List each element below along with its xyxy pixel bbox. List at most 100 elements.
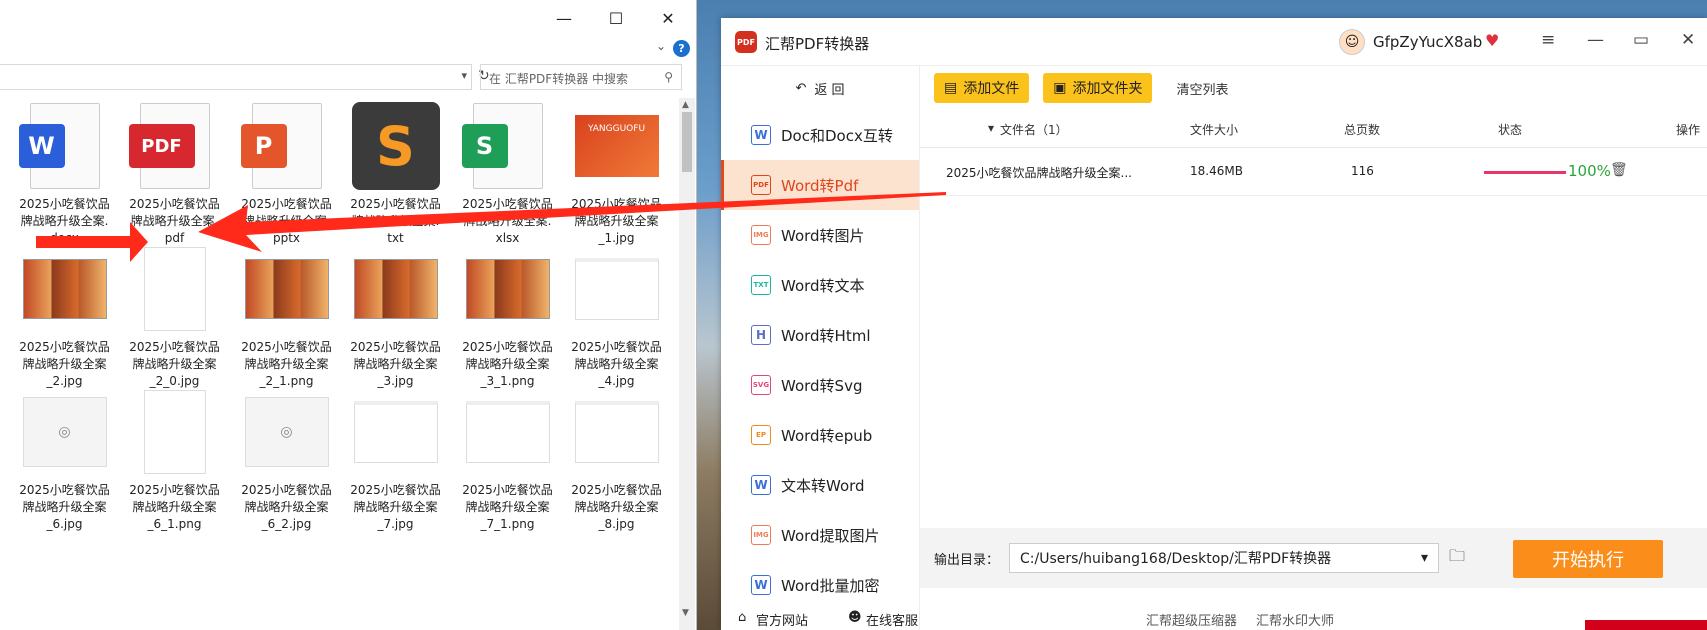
home-icon[interactable]: ⌂ xyxy=(738,610,746,625)
chevron-down-icon[interactable]: ⌄ xyxy=(656,39,666,53)
sidebar-item-label: Word转图片 xyxy=(781,226,865,245)
file-item[interactable]: PDF 2025小吃餐饮品 牌战略升级全案. pdf xyxy=(119,100,230,247)
column-size: 文件大小 xyxy=(1190,123,1239,137)
file-name-line: 牌战略升级全案. xyxy=(20,214,109,228)
link-support[interactable]: 在线客服 xyxy=(866,610,918,629)
file-item[interactable]: ◎ 2025小吃餐饮品 牌战略升级全案 _6_2.jpg xyxy=(231,386,342,533)
file-name-line: 牌战略升级全案. xyxy=(463,214,552,228)
help-icon[interactable]: ? xyxy=(673,40,690,57)
add-folder-icon: ▣ xyxy=(1053,80,1067,96)
file-item[interactable]: 2025小吃餐饮品 牌战略升级全案 _4.jpg xyxy=(561,243,672,390)
file-explorer-window: — ☐ ✕ ⌄ ? ▾ ↻ 在 汇帮PDF转换器 中搜索 ⚲ W 2025小吃餐饮… xyxy=(0,0,697,630)
add-folder-button[interactable]: ▣ 添加文件夹 xyxy=(1043,73,1153,103)
column-action: 操作 xyxy=(1676,123,1701,137)
file-item[interactable]: 2025小吃餐饮品 牌战略升级全案 _2_1.png xyxy=(231,243,342,390)
sidebar-item[interactable]: PDF Word转Pdf xyxy=(721,160,919,210)
username[interactable]: GfpZyYucX8ab xyxy=(1373,33,1482,51)
add-file-label: 添加文件 xyxy=(963,81,1020,97)
image-thumbnail xyxy=(19,243,111,335)
clear-list-button[interactable]: 清空列表 xyxy=(1176,79,1228,98)
sidebar-item-label: Word转文本 xyxy=(781,276,865,295)
start-button[interactable]: 开始执行 xyxy=(1513,540,1663,578)
minimize-button[interactable]: — xyxy=(544,6,584,30)
menu-icon[interactable]: ≡ xyxy=(1541,30,1555,50)
scroll-down-icon[interactable]: ▼ xyxy=(682,608,689,618)
sidebar-item[interactable]: W 文本转Word xyxy=(721,460,919,510)
file-item[interactable]: 2025小吃餐饮品 牌战略升级全案 _6_1.png xyxy=(119,386,230,533)
file-item[interactable]: 2025小吃餐饮品 牌战略升级全案 _7.jpg xyxy=(340,386,451,533)
file-item[interactable]: 2025小吃餐饮品 牌战略升级全案 _3_1.png xyxy=(452,243,563,390)
pdf-file-icon: PDF xyxy=(128,100,221,192)
file-name-line: 2025小吃餐饮品 xyxy=(571,197,662,211)
file-item[interactable]: 2025小吃餐饮品 牌战略升级全案 _3.jpg xyxy=(340,243,451,390)
file-type-icon: PDF xyxy=(751,175,771,195)
scrollbar-thumb[interactable] xyxy=(682,112,692,172)
file-type-icon: IMG xyxy=(751,225,771,245)
file-item[interactable]: 2025小吃餐饮品 牌战略升级全案 _8.jpg xyxy=(561,386,672,533)
image-thumbnail xyxy=(571,386,663,478)
sidebar-item[interactable]: H Word转Html xyxy=(721,310,919,360)
file-type-icon: W xyxy=(751,575,771,595)
trash-icon[interactable]: 🗑 xyxy=(1610,162,1628,178)
vip-diamond-icon[interactable]: ♥ xyxy=(1485,31,1499,50)
link-watermark[interactable]: 汇帮水印大师 xyxy=(1256,610,1334,629)
progress-bar xyxy=(1484,171,1566,174)
search-input[interactable]: 在 汇帮PDF转换器 中搜索 ⚲ xyxy=(480,64,682,90)
back-button[interactable]: ↶ 返 回 xyxy=(721,66,919,110)
maximize-button[interactable]: ☐ xyxy=(596,6,636,30)
add-file-button[interactable]: ▤ 添加文件 xyxy=(934,73,1030,103)
scrollbar[interactable]: ▲ ▼ xyxy=(679,98,695,630)
sidebar-item-label: Word转epub xyxy=(781,426,873,445)
file-type-icon: W xyxy=(751,475,771,495)
folder-open-icon[interactable]: 🗀 xyxy=(1449,545,1465,572)
file-name-line: 2025小吃餐饮品 xyxy=(350,197,441,211)
file-name-line: 2025小吃餐饮品 xyxy=(19,340,110,354)
file-name-line: 牌战略升级全案 xyxy=(22,500,107,514)
sidebar-item[interactable]: SVG Word转Svg xyxy=(721,360,919,410)
close-button[interactable]: ✕ xyxy=(1681,30,1695,50)
table-row[interactable]: 2025小吃餐饮品牌战略升级全案... 18.46MB 116 100% 🗑 xyxy=(920,148,1707,196)
file-item[interactable]: 2025小吃餐饮品 牌战略升级全案 _7_1.png xyxy=(452,386,563,533)
image-thumbnail xyxy=(129,386,221,478)
file-name-line: 2025小吃餐饮品 xyxy=(19,483,110,497)
sidebar-item-label: Word转Svg xyxy=(781,376,863,395)
file-type-icon: H xyxy=(751,325,771,345)
sidebar-item[interactable]: TXT Word转文本 xyxy=(721,260,919,310)
avatar[interactable]: ☺ xyxy=(1339,29,1365,55)
file-name-line: 2025小吃餐饮品 xyxy=(19,197,110,211)
sidebar-item[interactable]: W Word批量加密 xyxy=(721,560,919,610)
link-compressor[interactable]: 汇帮超级压缩器 xyxy=(1146,610,1237,629)
output-path-select[interactable]: C:/Users/huibang168/Desktop/汇帮PDF转换器 ▾ xyxy=(1009,543,1440,573)
taskbar-fragment xyxy=(1585,620,1707,630)
file-name-line: 2025小吃餐饮品 xyxy=(129,340,220,354)
close-button[interactable]: ✕ xyxy=(648,6,688,30)
maximize-button[interactable]: ▭ xyxy=(1633,30,1649,50)
file-item[interactable]: P 2025小吃餐饮品 牌战略升级全案. pptx xyxy=(231,100,342,247)
file-item[interactable]: W 2025小吃餐饮品 牌战略升级全案. docx xyxy=(9,100,120,247)
minimize-button[interactable]: — xyxy=(1587,30,1604,50)
sidebar-item[interactable]: IMG Word转图片 xyxy=(721,210,919,260)
image-thumbnail xyxy=(129,243,221,335)
file-item[interactable]: 2025小吃餐饮品 牌战略升级全案 _2_0.jpg xyxy=(119,243,230,390)
address-bar[interactable]: ▾ xyxy=(0,64,472,90)
chevron-down-icon[interactable]: ▾ xyxy=(461,69,467,82)
sidebar-item[interactable]: W Doc和Docx互转 xyxy=(721,110,919,160)
sort-down-icon[interactable]: ▾ xyxy=(988,121,994,135)
file-item[interactable]: S 2025小吃餐饮品 牌战略升级全案. xlsx xyxy=(452,100,563,247)
file-item[interactable]: 2025小吃餐饮品 牌战略升级全案 _2.jpg xyxy=(9,243,120,390)
support-icon[interactable]: ☻ xyxy=(848,610,862,625)
file-name-line: 牌战略升级全案 xyxy=(353,500,438,514)
file-item[interactable]: ◎ 2025小吃餐饮品 牌战略升级全案 _6.jpg xyxy=(9,386,120,533)
image-thumbnail xyxy=(350,243,442,335)
scroll-up-icon[interactable]: ▲ xyxy=(682,100,689,110)
column-name[interactable]: 文件名（1） xyxy=(1000,121,1068,138)
sidebar-item[interactable]: IMG Word提取图片 xyxy=(721,510,919,560)
file-name-line: _6.jpg xyxy=(46,517,83,531)
file-name-line: 2025小吃餐饮品 xyxy=(571,340,662,354)
sidebar-item[interactable]: EP Word转epub xyxy=(721,410,919,460)
file-item[interactable]: YANGGUOFU 2025小吃餐饮品 牌战略升级全案 _1.jpg xyxy=(561,100,672,247)
file-item[interactable]: S 2025小吃餐饮品 牌战略升级全案. txt xyxy=(340,100,451,247)
file-name-line: 2025小吃餐饮品 xyxy=(462,340,553,354)
link-website[interactable]: 官方网站 xyxy=(756,610,808,629)
file-name-line: 牌战略升级全案 xyxy=(465,357,550,371)
